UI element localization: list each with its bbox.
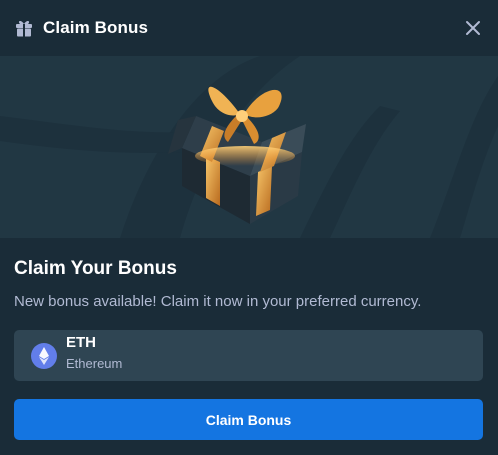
claim-bonus-button[interactable]: Claim Bonus <box>14 399 483 440</box>
gift-box-illustration <box>0 56 498 238</box>
modal-header: Claim Bonus <box>0 0 498 56</box>
currency-symbol: ETH <box>66 334 96 351</box>
currency-texts: ETH Ethereum <box>66 334 123 371</box>
bonus-banner <box>0 56 498 238</box>
claim-bonus-modal: Claim Bonus Claim Your Bonus New bonus a… <box>0 0 498 455</box>
currency-name: Ethereum <box>66 356 123 371</box>
close-icon[interactable] <box>462 17 484 39</box>
ethereum-icon <box>31 342 57 369</box>
modal-title: Claim Bonus <box>43 18 149 37</box>
currency-option-eth[interactable]: ETH Ethereum <box>14 330 483 381</box>
bonus-heading: Claim Your Bonus <box>14 258 177 279</box>
gift-icon <box>14 18 34 38</box>
bonus-description: New bonus available! Claim it now in you… <box>14 293 422 310</box>
